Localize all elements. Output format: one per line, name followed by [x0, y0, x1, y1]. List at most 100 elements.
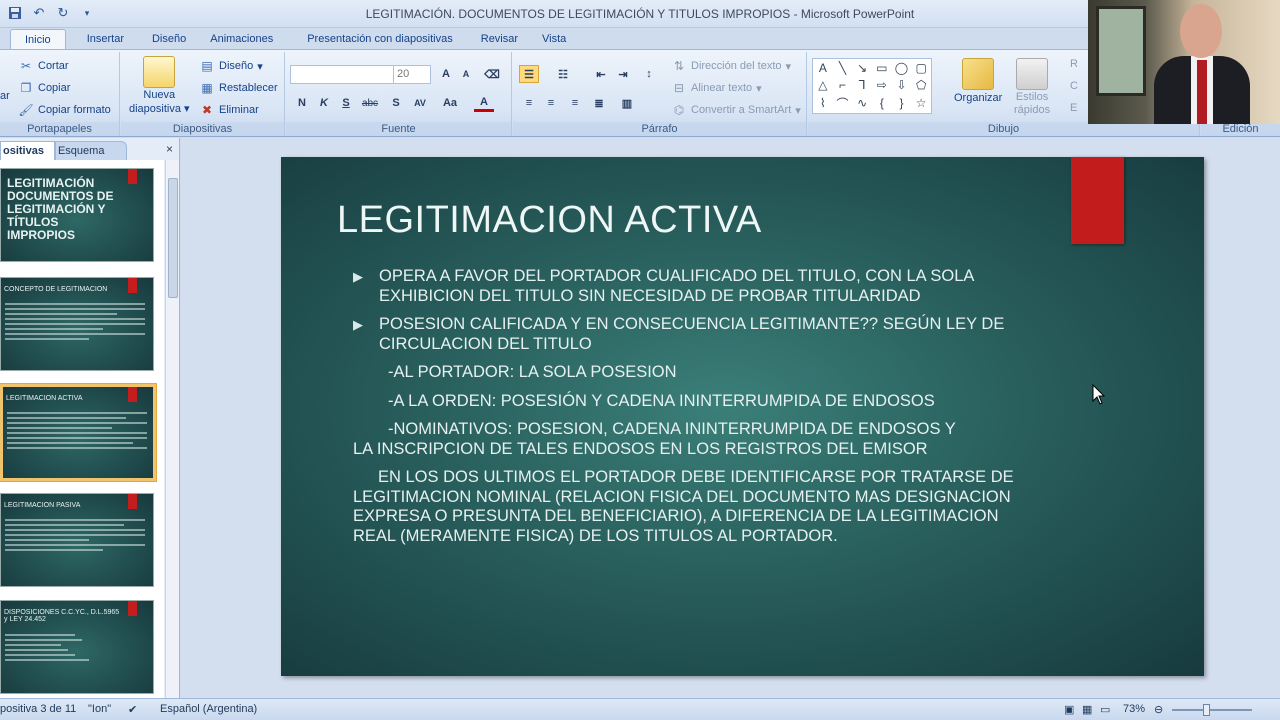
- tab-presentacion[interactable]: Presentación con diapositivas: [296, 29, 464, 49]
- tab-vista[interactable]: Vista: [531, 29, 577, 49]
- thumbnail-scrollbar[interactable]: [165, 160, 179, 698]
- line-spacing-button[interactable]: ↕: [639, 65, 659, 83]
- clear-format-button[interactable]: ⌫: [482, 65, 502, 83]
- zoom-level[interactable]: 73%: [1123, 703, 1145, 715]
- arc-shape-icon[interactable]: ⌒: [833, 93, 853, 113]
- slide-title[interactable]: LEGITIMACION ACTIVA: [337, 199, 762, 242]
- quick-styles-button[interactable]: Estilos rápidos: [1014, 58, 1050, 116]
- spellcheck-icon[interactable]: ✔: [128, 703, 137, 716]
- zoom-out-icon[interactable]: ⊖: [1154, 703, 1163, 716]
- tab-outline[interactable]: Esquema: [54, 141, 128, 160]
- edicion-partial-3[interactable]: E: [1070, 102, 1077, 114]
- textbox-shape-icon[interactable]: A: [813, 59, 833, 76]
- quick-access-toolbar: ↶ ↻ ▾: [6, 4, 96, 22]
- paste-button[interactable]: ar: [0, 90, 10, 102]
- elbow-shape-icon[interactable]: ⌐: [833, 76, 853, 93]
- columns-button[interactable]: ▥: [617, 94, 637, 112]
- edicion-partial-1[interactable]: R: [1070, 58, 1078, 70]
- freeform-shape-icon[interactable]: ⌇: [813, 93, 833, 113]
- group-parrafo: ☰ ☷ ⇤ ⇥ ↕ ≡ ≡ ≡ ≣ ▥ ⇅ Dirección del texto…: [513, 52, 807, 136]
- customize-qat-icon[interactable]: ▾: [78, 4, 96, 22]
- new-slide-button[interactable]: Nueva diapositiva ▾: [129, 56, 190, 115]
- brace-right-shape-icon[interactable]: }: [892, 93, 912, 113]
- arrow-shape-icon[interactable]: ↘: [852, 59, 872, 76]
- decrease-indent-button[interactable]: ⇤: [591, 65, 611, 83]
- layout-icon: ▤: [201, 59, 213, 73]
- close-panel-icon[interactable]: ×: [166, 142, 173, 156]
- tab-revisar[interactable]: Revisar: [470, 29, 529, 49]
- font-name-combo[interactable]: [290, 65, 394, 84]
- line-shape-icon[interactable]: ╲: [833, 59, 853, 76]
- group-label-fuente: Fuente: [286, 122, 511, 136]
- brace-left-shape-icon[interactable]: {: [872, 93, 892, 113]
- bullets-button[interactable]: ☰: [519, 65, 539, 83]
- scrollbar-thumb[interactable]: [168, 178, 178, 298]
- copy-icon: ❐: [20, 81, 32, 95]
- font-size-combo[interactable]: 20: [393, 65, 431, 84]
- font-color-button[interactable]: A: [474, 94, 494, 112]
- zoom-slider[interactable]: [1172, 709, 1252, 711]
- current-slide[interactable]: LEGITIMACION ACTIVA ▶ OPERA A FAVOR DEL P…: [281, 157, 1204, 676]
- tab-slides[interactable]: ositivas: [0, 141, 55, 160]
- align-text-button[interactable]: ⊟ Alinear texto ▾: [671, 80, 762, 96]
- shadow-button[interactable]: S: [386, 94, 406, 112]
- rounded-rect-shape-icon[interactable]: ▢: [911, 59, 931, 76]
- copy-button[interactable]: ❐ Copiar: [18, 80, 71, 96]
- undo-icon[interactable]: ↶: [30, 4, 48, 22]
- slide-thumbnail-3[interactable]: LEGITIMACION ACTIVA: [0, 384, 156, 481]
- elbow-connector-shape-icon[interactable]: ⅂: [852, 76, 872, 93]
- increase-indent-button[interactable]: ⇥: [613, 65, 633, 83]
- save-icon[interactable]: [6, 4, 24, 22]
- star-shape-icon[interactable]: ☆: [911, 93, 931, 113]
- delete-slide-button[interactable]: ✖ Eliminar: [199, 102, 259, 118]
- arrange-button[interactable]: Organizar: [954, 58, 1002, 104]
- bold-button[interactable]: N: [292, 94, 312, 112]
- align-center-button[interactable]: ≡: [541, 94, 561, 112]
- align-left-button[interactable]: ≡: [519, 94, 539, 112]
- redo-icon[interactable]: ↻: [54, 4, 72, 22]
- zoom-slider-knob[interactable]: [1203, 704, 1210, 716]
- slide-thumbnail-5[interactable]: DISPOSICIONES C.C.YC., D.L.5965 y LEY 24…: [0, 600, 154, 694]
- oval-shape-icon[interactable]: ◯: [892, 59, 912, 76]
- curve-shape-icon[interactable]: ∿: [852, 93, 872, 113]
- slideshow-icon[interactable]: ▭: [1100, 703, 1110, 716]
- slide-thumbnail-4[interactable]: LEGITIMACION PASIVA: [0, 493, 154, 587]
- format-painter-button[interactable]: 🖌 Copiar formato: [18, 102, 110, 118]
- grow-font-button[interactable]: A: [436, 65, 456, 83]
- text-direction-button[interactable]: ⇅ Dirección del texto ▾: [671, 58, 791, 74]
- numbering-button[interactable]: ☷: [553, 65, 573, 83]
- reset-button[interactable]: ▦ Restablecer: [199, 80, 277, 96]
- tab-inicio[interactable]: Inicio: [10, 29, 66, 49]
- change-case-button[interactable]: Aa: [440, 94, 460, 112]
- justify-button[interactable]: ≣: [589, 94, 609, 112]
- tab-animaciones[interactable]: Animaciones: [199, 29, 284, 49]
- align-right-button[interactable]: ≡: [565, 94, 585, 112]
- slide-sorter-icon[interactable]: ▦: [1082, 703, 1092, 716]
- slide-thumbnail-1[interactable]: LEGITIMACIÓN DOCUMENTOS DE LEGITIMACIÓN …: [0, 168, 154, 262]
- triangle-shape-icon[interactable]: △: [813, 76, 833, 93]
- slide-bullet: ▶ OPERA A FAVOR DEL PORTADOR CUALIFICADO …: [353, 267, 974, 305]
- down-arrow-shape-icon[interactable]: ⇩: [892, 76, 912, 93]
- shrink-font-button[interactable]: A: [456, 65, 476, 83]
- slide-body[interactable]: ▶ OPERA A FAVOR DEL PORTADOR CUALIFICADO …: [353, 267, 1043, 555]
- pentagon-shape-icon[interactable]: ⬠: [911, 76, 931, 93]
- strikethrough-button[interactable]: abc: [360, 94, 380, 112]
- underline-button[interactable]: S: [336, 94, 356, 112]
- italic-button[interactable]: K: [314, 94, 334, 112]
- char-spacing-button[interactable]: AV: [410, 94, 430, 112]
- rectangle-shape-icon[interactable]: ▭: [872, 59, 892, 76]
- normal-view-icon[interactable]: ▣: [1064, 703, 1074, 716]
- layout-button[interactable]: ▤ Diseño ▾: [199, 58, 262, 74]
- thumb-lines: [5, 631, 145, 664]
- tab-insertar[interactable]: Insertar: [76, 29, 135, 49]
- smartart-button[interactable]: ⌬ Convertir a SmartArt ▾: [671, 102, 801, 118]
- edicion-partial-2[interactable]: C: [1070, 80, 1078, 92]
- right-arrow-shape-icon[interactable]: ⇨: [872, 76, 892, 93]
- language-indicator[interactable]: Español (Argentina): [160, 703, 257, 715]
- tab-diseno[interactable]: Diseño: [141, 29, 197, 49]
- slide-sub-item: -AL PORTADOR: LA SOLA POSESION: [388, 363, 677, 381]
- cut-button[interactable]: ✂ Cortar: [18, 58, 69, 74]
- window-title: LEGITIMACIÓN. DOCUMENTOS DE LEGITIMACIÓN…: [365, 7, 915, 21]
- slide-thumbnail-2[interactable]: CONCEPTO DE LEGITIMACION: [0, 277, 154, 371]
- shapes-gallery[interactable]: A ╲ ↘ ▭ ◯ ▢ △ ⌐ ⅂ ⇨ ⇩ ⬠ ⌇ ⌒ ∿{} ☆: [812, 58, 932, 114]
